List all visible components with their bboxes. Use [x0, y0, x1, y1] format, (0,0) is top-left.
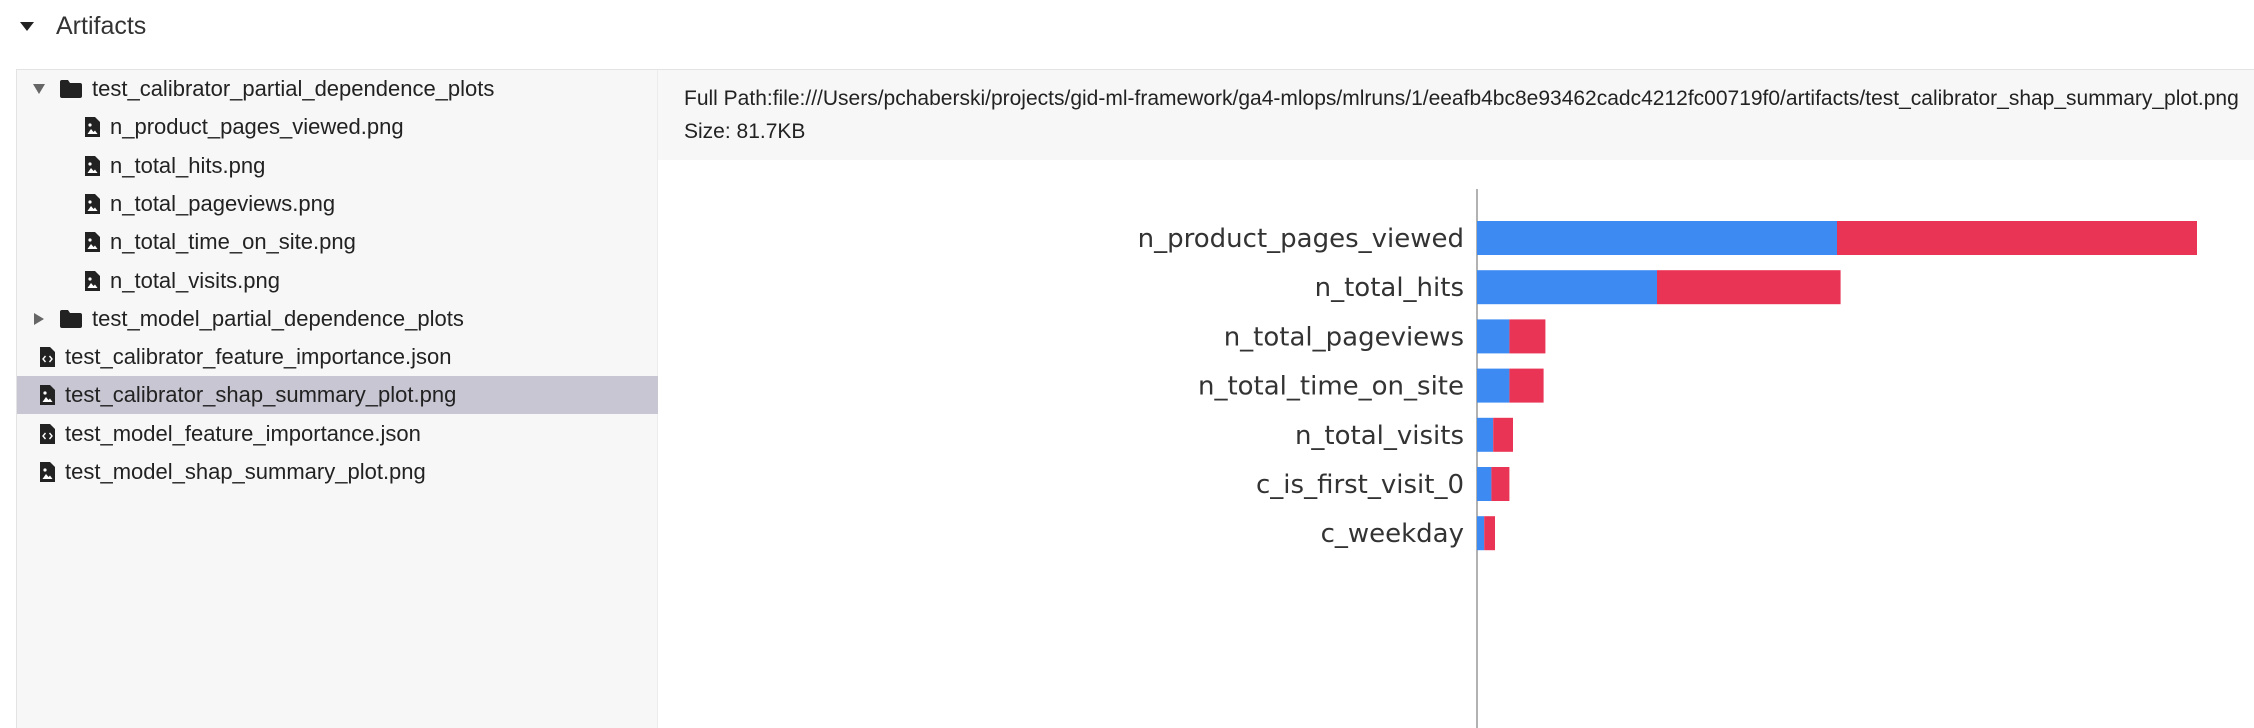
tree-item-label: test_calibrator_shap_summary_plot.png: [65, 382, 457, 408]
full-path: Full Path:file:///Users/pchaberski/proje…: [684, 87, 2239, 110]
tree-file[interactable]: n_total_hits.png: [17, 147, 658, 185]
bar-segment-series-a: [1477, 467, 1492, 501]
shap-summary-plot: n_product_pages_viewed n_total_hits n_tota…: [658, 160, 2254, 728]
tree-folder[interactable]: test_calibrator_partial_dependence_plots: [17, 70, 658, 108]
tree-item-label: test_model_shap_summary_plot.png: [65, 459, 426, 484]
tree-file[interactable]: test_model_shap_summary_plot.png: [17, 453, 658, 491]
file-size: Size: 81.7KB: [684, 120, 806, 143]
file-image-icon: [39, 461, 56, 483]
bar-segment-series-b: [1491, 467, 1510, 501]
tree-file[interactable]: n_product_pages_viewed.png: [17, 108, 658, 146]
bar-segment-series-a: [1477, 368, 1510, 403]
file-code-icon: [39, 346, 56, 368]
category-tick-label: n_total_hits: [1315, 273, 1464, 303]
file-code-icon: [39, 423, 56, 445]
bar-segment-series-a: [1477, 516, 1485, 551]
tree-item-label: n_product_pages_viewed.png: [110, 114, 404, 140]
file-info: Full Path:file:///Users/pchaberski/proje…: [658, 70, 2254, 160]
file-image-icon: [84, 231, 101, 253]
category-tick-label: c_weekday: [1321, 519, 1464, 549]
artifact-tree: test_calibrator_partial_dependence_plots…: [17, 70, 658, 728]
bar-segment-series-b: [1509, 319, 1546, 354]
category-tick-label: n_total_time_on_site: [1198, 372, 1464, 402]
category-tick-label: n_total_pageviews: [1224, 322, 1464, 352]
tree-item-label: test_model_feature_importance.json: [65, 420, 421, 446]
tree-item-label: n_total_pageviews.png: [110, 190, 336, 216]
category-tick-label: c_is_first_visit_0: [1256, 470, 1464, 500]
tree-file[interactable]: n_total_pageviews.png: [17, 185, 658, 223]
artifacts-section-header[interactable]: Artifacts: [20, 8, 146, 44]
bar-segment-series-a: [1477, 319, 1510, 354]
bar-segment-series-b: [1657, 270, 1841, 305]
file-image-icon: [84, 270, 101, 292]
caret-down-icon: [20, 21, 34, 31]
tree-file[interactable]: n_total_visits.png: [17, 262, 658, 300]
tree-folder[interactable]: test_model_partial_dependence_plots: [17, 300, 658, 338]
file-image-icon: [84, 155, 101, 177]
section-title: Artifacts: [56, 11, 147, 40]
tree-item-label: test_calibrator_feature_importance.json: [65, 344, 452, 370]
tree-file[interactable]: test_calibrator_shap_summary_plot.png: [17, 376, 658, 415]
artifacts-panel: test_calibrator_partial_dependence_plots…: [16, 69, 2254, 728]
expand-arrow-down-icon[interactable]: [29, 84, 49, 94]
shap-bar-chart: n_product_pages_viewed n_total_hits n_tota…: [1138, 189, 2197, 728]
file-image-icon: [84, 116, 101, 138]
bar-segment-series-b: [1484, 516, 1495, 551]
tree-file[interactable]: n_total_time_on_site.png: [17, 223, 658, 261]
bar-segment-series-a: [1477, 270, 1657, 305]
bar-segment-series-b: [1837, 221, 2197, 255]
folder-icon: [59, 79, 83, 99]
file-image-icon: [39, 384, 56, 406]
bar-segment-series-a: [1477, 221, 1837, 255]
tree-item-label: n_total_time_on_site.png: [110, 229, 356, 255]
tree-item-label: n_total_hits.png: [110, 152, 266, 178]
expand-arrow-right-icon[interactable]: [29, 312, 49, 325]
artifact-preview: Full Path:file:///Users/pchaberski/proje…: [658, 70, 2254, 728]
category-tick-label: n_product_pages_viewed: [1138, 224, 1464, 254]
tree-item-label: test_model_partial_dependence_plots: [92, 305, 464, 331]
folder-icon: [59, 309, 83, 329]
bar-segment-series-a: [1477, 417, 1494, 452]
tree-file[interactable]: test_model_feature_importance.json: [17, 415, 658, 453]
bar-segment-series-b: [1493, 417, 1513, 452]
file-image-icon: [84, 193, 101, 215]
tree-item-label: test_calibrator_partial_dependence_plots: [92, 76, 495, 101]
bar-segment-series-b: [1509, 368, 1544, 403]
tree-item-label: n_total_visits.png: [110, 267, 280, 293]
category-tick-label: n_total_visits: [1295, 421, 1464, 451]
tree-file[interactable]: test_calibrator_feature_importance.json: [17, 338, 658, 376]
